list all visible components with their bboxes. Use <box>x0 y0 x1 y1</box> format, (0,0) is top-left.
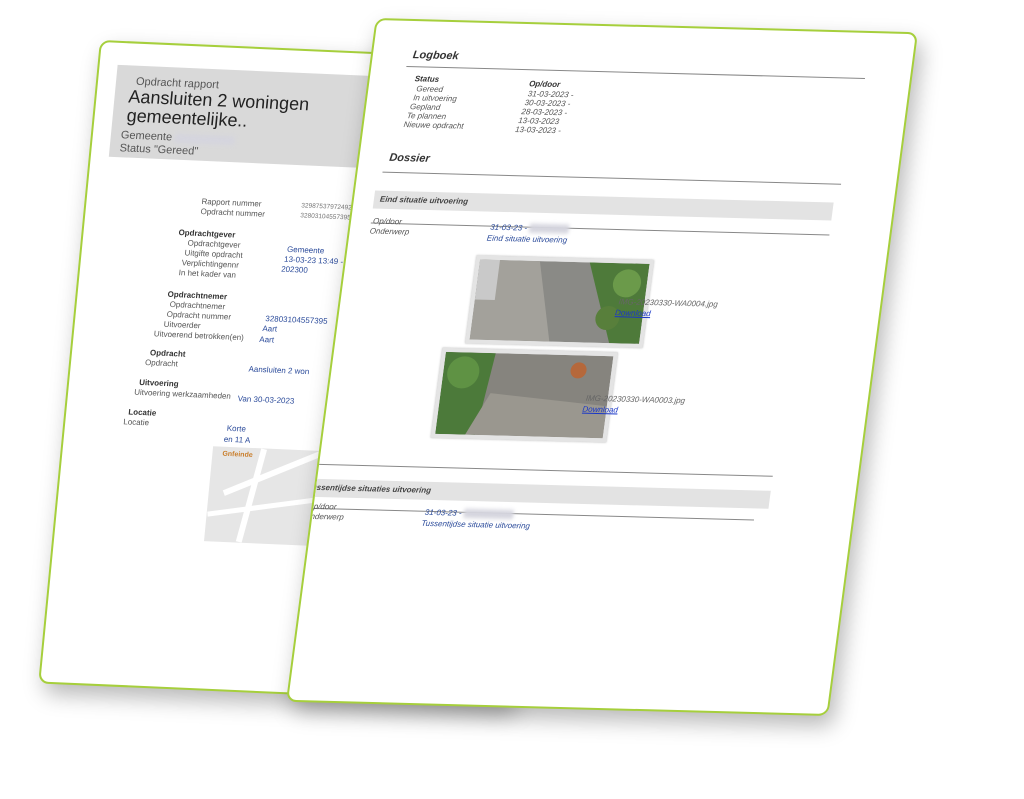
opdrachtgever-value: Gemeente <box>286 244 325 256</box>
opdracht-label: Opdracht <box>144 358 179 369</box>
uitvoering-value: Van 30-03-2023 <box>237 394 295 406</box>
locatie-section: Locatie <box>127 407 157 418</box>
betrokken-label: Uitvoerend betrokken(en) <box>153 329 245 343</box>
uitvoerder-label: Uitvoerder <box>163 319 202 331</box>
dossier-heading: Dossier <box>388 151 431 165</box>
log-status-header: Status <box>414 74 440 84</box>
eind-section-bar: Eind situatie uitvoering <box>372 190 834 221</box>
status-line: Status "Gereed" <box>119 142 199 158</box>
log-date-4: 13-03-2023 - <box>514 124 562 136</box>
divider <box>382 171 842 185</box>
eind-opdoor-label: Op/door <box>372 216 403 227</box>
opdracht-value: Aansluiten 2 won <box>248 364 310 377</box>
log-opdoor-header: Op/door <box>528 79 561 90</box>
locatie-label: Locatie <box>122 417 150 428</box>
log-table: Gereed 31-03-2023 - In uitvoering 30-03-202… <box>377 20 915 135</box>
tussen-date: 31-03-23 - <box>424 508 515 520</box>
divider <box>370 222 830 236</box>
eind-onderwerp-label: Onderwerp <box>369 226 410 237</box>
uitvoering-section: Uitvoering <box>138 377 180 389</box>
divider <box>314 463 773 477</box>
uitvoerder-value: Aart <box>262 324 278 334</box>
verplichting-value: 202300 <box>280 264 309 275</box>
photo-2-download-link[interactable]: Download <box>582 405 619 415</box>
report-title: Aansluiten 2 woningen gemeentelijke.. <box>125 86 311 131</box>
eind-date: 31-03-23 - <box>490 223 570 235</box>
betrokken-value: Aart <box>258 334 275 345</box>
locatie-value-1: Korte <box>226 423 247 434</box>
report-page-front: Logboek Status Op/door Gereed 31-03-2023 … <box>285 17 919 717</box>
tussen-subject: Tussentijdse situatie uitvoering <box>420 518 531 531</box>
logboek-heading: Logboek <box>412 49 460 63</box>
tussen-onderwerp-label: Onderwerp <box>303 511 345 522</box>
tussen-section-bar: Tussentijdse situaties uitvoering <box>299 478 771 509</box>
divider <box>406 65 866 79</box>
opdracht-section: Opdracht <box>149 348 186 359</box>
redacted-text <box>267 305 269 315</box>
eind-section-title: Eind situatie uitvoering <box>379 194 469 206</box>
redacted-text <box>174 133 236 145</box>
eind-subject: Eind situatie uitvoering <box>486 233 568 245</box>
map-label: Gnfeinde <box>222 450 253 459</box>
log-status-4: Nieuwe opdracht <box>403 120 465 131</box>
photo-1-download-link[interactable]: Download <box>615 308 652 318</box>
tussen-opdoor-label: Op/door <box>307 501 338 512</box>
divider <box>295 507 755 521</box>
uitvoering-label: Uitvoering werkzaamheden <box>133 387 232 401</box>
locatie-value-2: en 11 A <box>223 434 251 445</box>
tussen-section-title: Tussentijdse situaties uitvoering <box>306 482 432 495</box>
municipality-label: Gemeente <box>120 129 173 144</box>
opdracht-nummer-label: Opdracht nummer <box>200 206 266 219</box>
kader-label: In het kader van <box>178 268 237 280</box>
opdrachtgever-section: Opdrachtgever <box>178 228 236 240</box>
